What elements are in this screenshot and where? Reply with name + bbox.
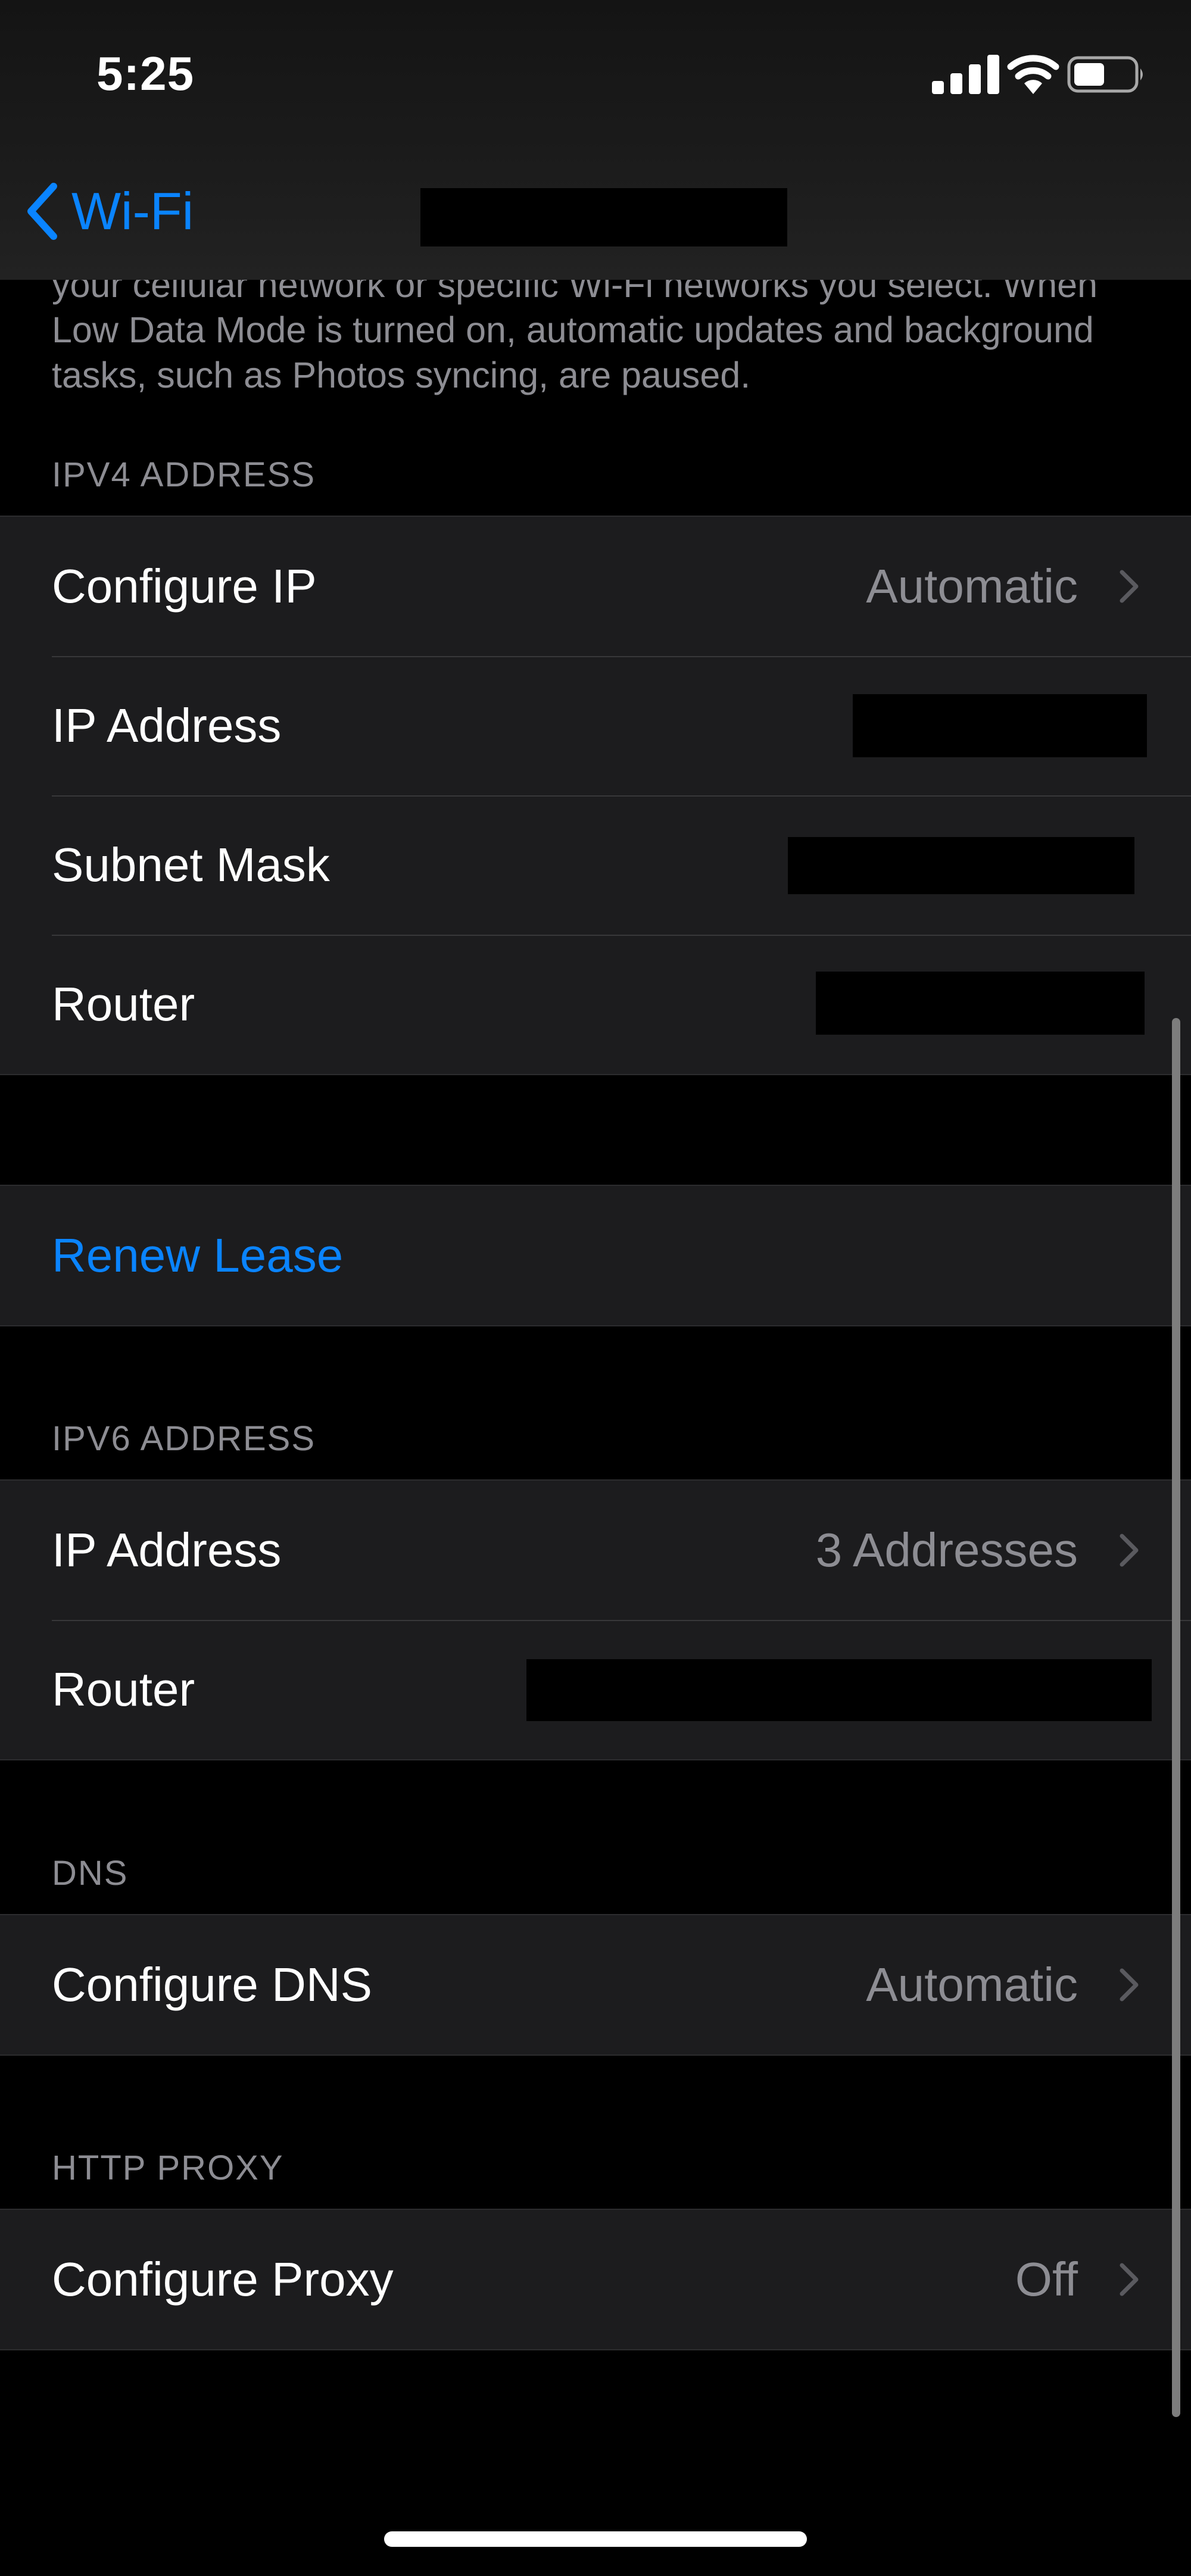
redacted-subnet-mask [788, 837, 1134, 894]
configure-proxy-value: Off [1015, 2253, 1078, 2306]
subnet-mask-row: Subnet Mask [0, 795, 1191, 935]
ipv4-router-row: Router [0, 935, 1191, 1074]
chevron-right-icon [1120, 570, 1139, 603]
renew-lease-group: Renew Lease [0, 1185, 1191, 1326]
ipv4-router-label: Router [52, 978, 195, 1031]
ipv6-ip-address-value: 3 Addresses [815, 1523, 1078, 1576]
ipv4-group: Configure IP Automatic IP Address Subnet… [0, 516, 1191, 1075]
ipv4-section-header: IPV4 ADDRESS [52, 455, 316, 494]
signal-icon [932, 55, 999, 94]
configure-proxy-label: Configure Proxy [52, 2253, 394, 2306]
configure-ip-value: Automatic [866, 560, 1078, 613]
home-indicator[interactable] [384, 2531, 807, 2547]
ipv4-ip-address-row: IP Address [0, 656, 1191, 795]
status-time: 5:25 [96, 47, 195, 100]
configure-proxy-row[interactable]: Configure Proxy Off [0, 2210, 1191, 2349]
redacted-ipv6-router [526, 1659, 1152, 1721]
chevron-right-icon [1120, 2263, 1139, 2296]
http-proxy-section-header: HTTP PROXY [52, 2149, 284, 2187]
chevron-right-icon [1120, 1534, 1139, 1567]
back-label: Wi-Fi [71, 182, 194, 241]
redacted-ip-address [853, 694, 1147, 757]
back-chevron-icon [27, 183, 57, 240]
back-button[interactable]: Wi-Fi [24, 176, 194, 247]
configure-dns-label: Configure DNS [52, 1958, 373, 2011]
low-data-footer: your cellular network or specific Wi-Fi … [52, 264, 1098, 395]
ipv6-ip-address-row[interactable]: IP Address 3 Addresses [0, 1481, 1191, 1620]
wifi-icon [1007, 55, 1059, 94]
ipv6-router-row: Router [0, 1620, 1191, 1759]
scroll-indicator[interactable] [1172, 1018, 1180, 2417]
dns-section-header: DNS [52, 1854, 129, 1893]
redacted-network-name [420, 188, 787, 246]
ipv6-router-label: Router [52, 1663, 195, 1716]
ipv6-group: IP Address 3 Addresses Router [0, 1479, 1191, 1760]
renew-lease-button[interactable]: Renew Lease [0, 1186, 1191, 1325]
ipv6-section-header: IPV6 ADDRESS [52, 1419, 316, 1458]
dns-group: Configure DNS Automatic [0, 1914, 1191, 2056]
redacted-router [816, 972, 1145, 1035]
http-proxy-group: Configure Proxy Off [0, 2209, 1191, 2350]
configure-ip-row[interactable]: Configure IP Automatic [0, 517, 1191, 656]
ipv4-ip-address-label: IP Address [52, 699, 282, 752]
ipv6-ip-address-label: IP Address [52, 1523, 282, 1576]
navigation-bar: 5:25 Wi-Fi [0, 0, 1191, 280]
subnet-mask-label: Subnet Mask [52, 838, 330, 891]
renew-lease-label: Renew Lease [52, 1229, 344, 1282]
configure-ip-label: Configure IP [52, 560, 317, 613]
chevron-right-icon [1120, 1968, 1139, 2002]
battery-icon [1067, 56, 1143, 93]
configure-dns-row[interactable]: Configure DNS Automatic [0, 1915, 1191, 2054]
configure-dns-value: Automatic [866, 1958, 1078, 2011]
